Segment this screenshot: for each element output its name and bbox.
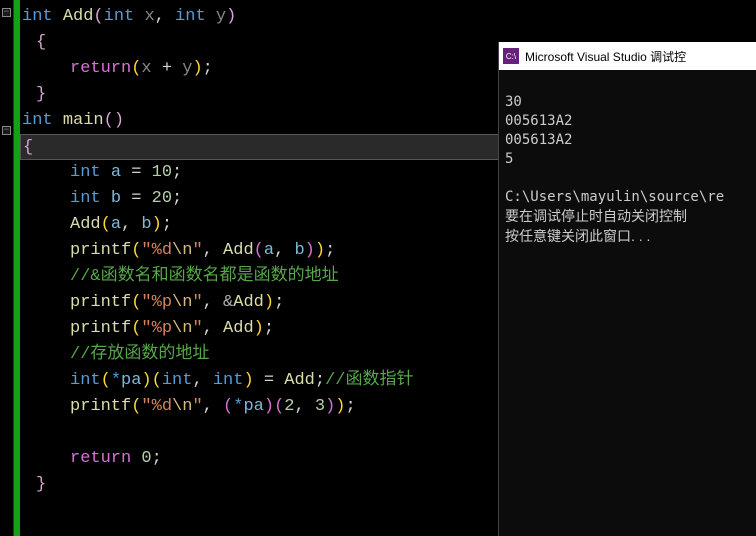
keyword: int [22, 7, 53, 26]
keyword: int [162, 371, 193, 390]
operator: = [121, 189, 152, 208]
keyword: return [70, 59, 131, 78]
string: " [192, 241, 202, 260]
paren: ) [192, 59, 202, 78]
identifier: Add [233, 293, 264, 312]
function-name: printf [70, 397, 131, 416]
semicolon: ; [172, 189, 182, 208]
brace: { [23, 138, 33, 157]
param: x [144, 7, 154, 26]
console-line: 005613A2 [505, 113, 572, 129]
console-line: 要在调试停止时自动关闭控制 [505, 208, 687, 224]
number: 2 [284, 397, 294, 416]
identifier: y [182, 59, 192, 78]
semicolon: ; [345, 397, 355, 416]
number: 10 [152, 163, 172, 182]
console-line: C:\Users\mayulin\source\re [505, 189, 724, 205]
console-line: 5 [505, 151, 513, 167]
fold-gutter: − − [0, 0, 14, 536]
identifier: b [294, 241, 304, 260]
operator: = [121, 163, 152, 182]
paren: ( [131, 59, 141, 78]
function-name: Add [223, 241, 254, 260]
brace: { [36, 33, 46, 52]
escape: \n [172, 293, 192, 312]
semicolon: ; [264, 319, 274, 338]
identifier: a [111, 163, 121, 182]
identifier: pa [121, 371, 141, 390]
code-line[interactable]: int Add(int x, int y) [22, 4, 754, 30]
escape: \n [172, 397, 192, 416]
identifier: b [141, 215, 151, 234]
console-line: 30 [505, 94, 522, 110]
param: y [216, 7, 226, 26]
string: " [192, 293, 202, 312]
keyword: int [70, 371, 101, 390]
keyword: int [70, 189, 101, 208]
identifier: b [111, 189, 121, 208]
function-name: main [63, 111, 104, 130]
operator: + [152, 59, 183, 78]
keyword: int [213, 371, 244, 390]
semicolon: ; [274, 293, 284, 312]
comment: //存放函数的地址 [70, 345, 209, 364]
function-name: printf [70, 293, 131, 312]
console-titlebar[interactable]: C:\ Microsoft Visual Studio 调试控 [499, 42, 756, 70]
operator: & [223, 293, 233, 312]
identifier: a [264, 241, 274, 260]
keyword: int [175, 7, 206, 26]
operator: = [254, 371, 285, 390]
function-name: Add [284, 371, 315, 390]
console-line: 005613A2 [505, 132, 572, 148]
console-title: Microsoft Visual Studio 调试控 [525, 48, 686, 65]
semicolon: ; [203, 59, 213, 78]
semicolon: ; [315, 371, 325, 390]
brace: } [36, 85, 46, 104]
escape: \n [172, 319, 192, 338]
vs-icon: C:\ [503, 48, 519, 64]
keyword: int [22, 111, 53, 130]
identifier: a [111, 215, 121, 234]
number: 0 [141, 449, 151, 468]
semicolon: ; [325, 241, 335, 260]
keyword: int [70, 163, 101, 182]
string: "%d [141, 397, 172, 416]
fold-toggle[interactable]: − [2, 126, 11, 135]
console-line: 按任意键关闭此窗口. . . [505, 228, 650, 244]
identifier: x [141, 59, 151, 78]
operator: * [111, 371, 121, 390]
identifier: pa [243, 397, 263, 416]
fold-toggle[interactable]: − [2, 8, 11, 17]
function-name: printf [70, 319, 131, 338]
identifier: Add [223, 319, 254, 338]
comment: //函数指针 [325, 371, 413, 390]
number: 3 [315, 397, 325, 416]
semicolon: ; [152, 449, 162, 468]
keyword: int [104, 7, 135, 26]
string: " [192, 397, 202, 416]
semicolon: ; [172, 163, 182, 182]
string: "%d [141, 241, 172, 260]
paren: () [104, 111, 124, 130]
debug-console-window[interactable]: C:\ Microsoft Visual Studio 调试控 30 00561… [498, 42, 756, 536]
function-name: Add [70, 215, 101, 234]
string: " [192, 319, 202, 338]
semicolon: ; [162, 215, 172, 234]
function-name: Add [63, 7, 94, 26]
number: 20 [152, 189, 172, 208]
brace: } [36, 475, 46, 494]
function-name: printf [70, 241, 131, 260]
escape: \n [172, 241, 192, 260]
string: "%p [141, 319, 172, 338]
operator: * [233, 397, 243, 416]
console-output[interactable]: 30 005613A2 005613A2 5 C:\Users\mayulin\… [499, 70, 756, 270]
string: "%p [141, 293, 172, 312]
comment: //&函数名和函数名都是函数的地址 [70, 267, 339, 286]
keyword: return [70, 449, 131, 468]
